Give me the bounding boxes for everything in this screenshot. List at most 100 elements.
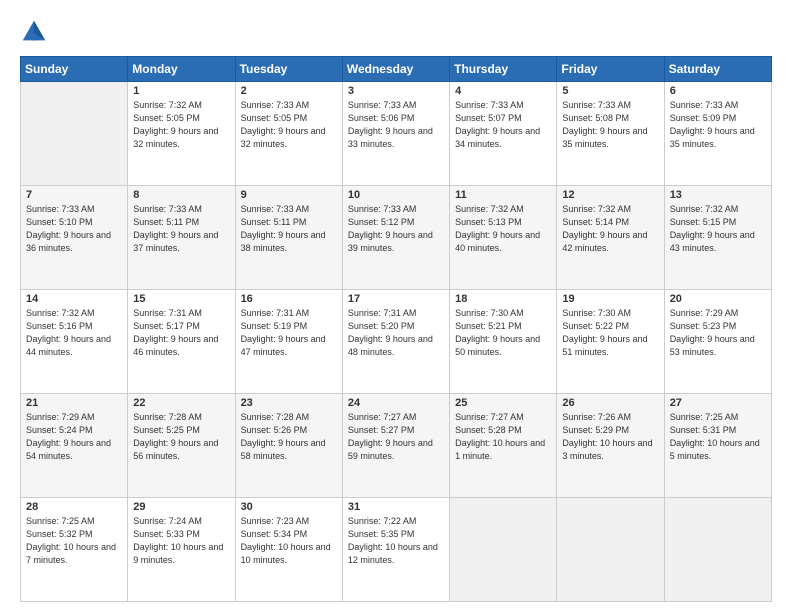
calendar-cell: 12Sunrise: 7:32 AMSunset: 5:14 PMDayligh… [557, 186, 664, 290]
calendar-cell: 6 Sunrise: 7:33 AMSunset: 5:09 PMDaylight… [664, 82, 771, 186]
weekday-header-saturday: Saturday [664, 57, 771, 82]
day-number: 20 [670, 293, 766, 305]
day-number: 15 [133, 293, 229, 305]
day-info: Sunrise: 7:33 AMSunset: 5:05 PMDaylight:… [241, 99, 337, 151]
weekday-header-tuesday: Tuesday [235, 57, 342, 82]
calendar-cell: 15Sunrise: 7:31 AMSunset: 5:17 PMDayligh… [128, 290, 235, 394]
day-info: Sunrise: 7:33 AMSunset: 5:07 PMDaylight:… [455, 99, 551, 151]
weekday-header-thursday: Thursday [450, 57, 557, 82]
calendar-cell: 27 Sunrise: 7:25 AMSunset: 5:31 PMDayligh… [664, 394, 771, 498]
calendar-cell: 28 Sunrise: 7:25 AMSunset: 5:32 PMDayligh… [21, 498, 128, 602]
calendar-cell: 30 Sunrise: 7:23 AMSunset: 5:34 PMDayligh… [235, 498, 342, 602]
day-info: Sunrise: 7:33 AMSunset: 5:11 PMDaylight:… [133, 203, 229, 255]
day-number: 3 [348, 85, 444, 97]
day-info: Sunrise: 7:28 AMSunset: 5:25 PMDaylight:… [133, 411, 229, 463]
day-number: 6 [670, 85, 766, 97]
day-info: Sunrise: 7:33 AMSunset: 5:12 PMDaylight:… [348, 203, 444, 255]
day-number: 25 [455, 397, 551, 409]
calendar-cell: 18 Sunrise: 7:30 AMSunset: 5:21 PMDayligh… [450, 290, 557, 394]
day-number: 18 [455, 293, 551, 305]
calendar-cell [21, 82, 128, 186]
day-info: Sunrise: 7:32 AMSunset: 5:05 PMDaylight:… [133, 99, 229, 151]
calendar-cell: 25 Sunrise: 7:27 AMSunset: 5:28 PMDayligh… [450, 394, 557, 498]
week-row-1: 1 Sunrise: 7:32 AMSunset: 5:05 PMDaylight… [21, 82, 772, 186]
day-number: 29 [133, 501, 229, 513]
logo [20, 18, 52, 46]
day-number: 28 [26, 501, 122, 513]
day-number: 30 [241, 501, 337, 513]
day-info: Sunrise: 7:27 AMSunset: 5:27 PMDaylight:… [348, 411, 444, 463]
calendar-cell: 20 Sunrise: 7:29 AMSunset: 5:23 PMDayligh… [664, 290, 771, 394]
day-info: Sunrise: 7:32 AMSunset: 5:15 PMDaylight:… [670, 203, 766, 255]
day-info: Sunrise: 7:28 AMSunset: 5:26 PMDaylight:… [241, 411, 337, 463]
day-info: Sunrise: 7:32 AMSunset: 5:13 PMDaylight:… [455, 203, 551, 255]
calendar-cell: 10Sunrise: 7:33 AMSunset: 5:12 PMDayligh… [342, 186, 449, 290]
day-info: Sunrise: 7:31 AMSunset: 5:19 PMDaylight:… [241, 307, 337, 359]
calendar-cell: 26 Sunrise: 7:26 AMSunset: 5:29 PMDayligh… [557, 394, 664, 498]
day-number: 22 [133, 397, 229, 409]
weekday-header-friday: Friday [557, 57, 664, 82]
calendar-cell: 14 Sunrise: 7:32 AMSunset: 5:16 PMDayligh… [21, 290, 128, 394]
header [20, 18, 772, 46]
calendar-cell [450, 498, 557, 602]
calendar-cell: 9 Sunrise: 7:33 AMSunset: 5:11 PMDaylight… [235, 186, 342, 290]
day-number: 27 [670, 397, 766, 409]
day-number: 31 [348, 501, 444, 513]
calendar-cell: 7Sunrise: 7:33 AMSunset: 5:10 PMDaylight… [21, 186, 128, 290]
day-number: 9 [241, 189, 337, 201]
day-number: 23 [241, 397, 337, 409]
day-info: Sunrise: 7:33 AMSunset: 5:11 PMDaylight:… [241, 203, 337, 255]
day-number: 1 [133, 85, 229, 97]
logo-icon [20, 18, 48, 46]
weekday-header-row: SundayMondayTuesdayWednesdayThursdayFrid… [21, 57, 772, 82]
weekday-header-wednesday: Wednesday [342, 57, 449, 82]
day-info: Sunrise: 7:33 AMSunset: 5:08 PMDaylight:… [562, 99, 658, 151]
day-info: Sunrise: 7:29 AMSunset: 5:23 PMDaylight:… [670, 307, 766, 359]
day-info: Sunrise: 7:25 AMSunset: 5:32 PMDaylight:… [26, 515, 122, 567]
calendar-cell: 24 Sunrise: 7:27 AMSunset: 5:27 PMDayligh… [342, 394, 449, 498]
day-info: Sunrise: 7:22 AMSunset: 5:35 PMDaylight:… [348, 515, 444, 567]
calendar-cell: 23 Sunrise: 7:28 AMSunset: 5:26 PMDayligh… [235, 394, 342, 498]
day-number: 11 [455, 189, 551, 201]
day-info: Sunrise: 7:25 AMSunset: 5:31 PMDaylight:… [670, 411, 766, 463]
day-number: 19 [562, 293, 658, 305]
day-info: Sunrise: 7:23 AMSunset: 5:34 PMDaylight:… [241, 515, 337, 567]
day-number: 24 [348, 397, 444, 409]
day-info: Sunrise: 7:24 AMSunset: 5:33 PMDaylight:… [133, 515, 229, 567]
page: SundayMondayTuesdayWednesdayThursdayFrid… [0, 0, 792, 612]
calendar-table: SundayMondayTuesdayWednesdayThursdayFrid… [20, 56, 772, 602]
day-number: 14 [26, 293, 122, 305]
day-info: Sunrise: 7:27 AMSunset: 5:28 PMDaylight:… [455, 411, 551, 463]
calendar-cell [557, 498, 664, 602]
day-number: 12 [562, 189, 658, 201]
day-info: Sunrise: 7:26 AMSunset: 5:29 PMDaylight:… [562, 411, 658, 463]
day-info: Sunrise: 7:29 AMSunset: 5:24 PMDaylight:… [26, 411, 122, 463]
day-info: Sunrise: 7:33 AMSunset: 5:09 PMDaylight:… [670, 99, 766, 151]
day-info: Sunrise: 7:30 AMSunset: 5:21 PMDaylight:… [455, 307, 551, 359]
day-info: Sunrise: 7:33 AMSunset: 5:10 PMDaylight:… [26, 203, 122, 255]
day-number: 17 [348, 293, 444, 305]
calendar-cell: 13 Sunrise: 7:32 AMSunset: 5:15 PMDayligh… [664, 186, 771, 290]
week-row-3: 14 Sunrise: 7:32 AMSunset: 5:16 PMDayligh… [21, 290, 772, 394]
day-info: Sunrise: 7:32 AMSunset: 5:16 PMDaylight:… [26, 307, 122, 359]
day-number: 13 [670, 189, 766, 201]
day-number: 26 [562, 397, 658, 409]
calendar-cell: 11 Sunrise: 7:32 AMSunset: 5:13 PMDayligh… [450, 186, 557, 290]
day-number: 8 [133, 189, 229, 201]
weekday-header-monday: Monday [128, 57, 235, 82]
day-number: 5 [562, 85, 658, 97]
calendar-cell: 16 Sunrise: 7:31 AMSunset: 5:19 PMDayligh… [235, 290, 342, 394]
day-number: 16 [241, 293, 337, 305]
calendar-cell: 8 Sunrise: 7:33 AMSunset: 5:11 PMDaylight… [128, 186, 235, 290]
calendar-cell [664, 498, 771, 602]
calendar-cell: 31 Sunrise: 7:22 AMSunset: 5:35 PMDayligh… [342, 498, 449, 602]
calendar-cell: 5 Sunrise: 7:33 AMSunset: 5:08 PMDaylight… [557, 82, 664, 186]
day-info: Sunrise: 7:30 AMSunset: 5:22 PMDaylight:… [562, 307, 658, 359]
calendar-cell: 22 Sunrise: 7:28 AMSunset: 5:25 PMDayligh… [128, 394, 235, 498]
day-number: 4 [455, 85, 551, 97]
calendar-cell: 19 Sunrise: 7:30 AMSunset: 5:22 PMDayligh… [557, 290, 664, 394]
calendar-cell: 3Sunrise: 7:33 AMSunset: 5:06 PMDaylight… [342, 82, 449, 186]
calendar-cell: 29 Sunrise: 7:24 AMSunset: 5:33 PMDayligh… [128, 498, 235, 602]
weekday-header-sunday: Sunday [21, 57, 128, 82]
calendar-cell: 1 Sunrise: 7:32 AMSunset: 5:05 PMDaylight… [128, 82, 235, 186]
